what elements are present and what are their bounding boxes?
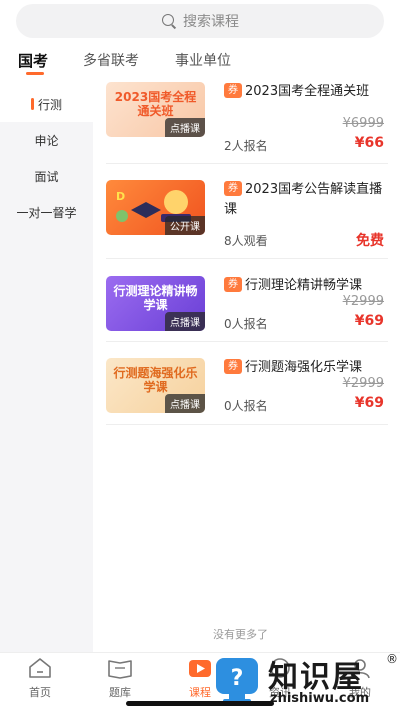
enroll-count: 0人报名 xyxy=(224,317,268,331)
course-thumbnail: 2023国考全程通关班 点播课 xyxy=(106,82,205,137)
course-thumbnail: 行测题海强化乐学课 点播课 xyxy=(106,358,205,413)
course-thumbnail: D 公开课 xyxy=(106,180,205,235)
course-title: 券 2023国考全程通关班 xyxy=(224,82,388,102)
watermark-text: 知识屋 xyxy=(268,660,364,695)
course-price: ¥66 xyxy=(354,135,384,151)
subject-sidebar: 行测 申论 面试 一对一督学 xyxy=(0,86,93,652)
original-price: ¥2999 xyxy=(342,376,384,391)
course-title: 券行测理论精讲畅学课 xyxy=(224,276,388,296)
search-bar[interactable]: 搜索课程 xyxy=(16,4,384,38)
sidebar-item-label: 申论 xyxy=(34,133,59,148)
course-thumbnail: 行测理论精讲畅学课 点播课 xyxy=(106,276,205,331)
course-price: 免费 xyxy=(356,233,384,249)
course-title-text: 2023国考公告解读直播课 xyxy=(224,182,383,217)
sidebar-item-mianshi[interactable]: 面试 xyxy=(0,158,93,194)
sidebar-item-label: 一对一督学 xyxy=(16,205,77,220)
tab-active-underline xyxy=(26,72,44,75)
nav-label: 题库 xyxy=(109,686,131,699)
svg-text:?: ? xyxy=(231,666,244,691)
home-icon xyxy=(29,658,51,678)
coupon-badge: 券 xyxy=(224,83,242,98)
coupon-badge: 券 xyxy=(224,277,242,292)
nav-label: 课程 xyxy=(189,686,211,699)
thumbnail-text: 行测理论精讲畅学课 xyxy=(113,284,198,312)
divider xyxy=(106,163,388,164)
enroll-count: 0人报名 xyxy=(224,399,268,413)
nav-home[interactable]: 首页 xyxy=(10,657,70,700)
book-icon xyxy=(108,660,132,679)
divider xyxy=(106,424,388,425)
tab-shiye[interactable]: 事业单位 xyxy=(175,50,231,70)
course-type-tag: 公开课 xyxy=(165,216,205,235)
course-title: 券行测题海强化乐学课 xyxy=(224,358,388,378)
divider xyxy=(106,258,388,259)
course-item[interactable]: D 公开课 券 2023国考公告解读直播课 8人观看 免费 xyxy=(106,180,388,260)
coupon-badge: 券 xyxy=(224,359,242,374)
course-item[interactable]: 行测理论精讲畅学课 点播课 券行测理论精讲畅学课 ¥2999 0人报名 ¥69 xyxy=(106,276,388,356)
list-end-text: 没有更多了 xyxy=(213,628,268,641)
course-title-text: 行测理论精讲畅学课 xyxy=(245,278,363,293)
original-price: ¥6999 xyxy=(342,116,384,131)
course-title-text: 行测题海强化乐学课 xyxy=(245,360,363,375)
course-type-tag: 点播课 xyxy=(165,312,205,331)
svg-text:D: D xyxy=(116,190,125,203)
category-tabs: 国考 多省联考 事业单位 xyxy=(0,48,400,76)
watermark-url: zhishiwu.com xyxy=(270,691,370,706)
sidebar-item-shenlun[interactable]: 申论 xyxy=(0,122,93,158)
tab-duosheng[interactable]: 多省联考 xyxy=(83,50,139,70)
course-item[interactable]: 行测题海强化乐学课 点播课 券行测题海强化乐学课 ¥2999 0人报名 ¥69 xyxy=(106,358,388,438)
course-type-tag: 点播课 xyxy=(165,394,205,413)
course-title-text: 2023国考全程通关班 xyxy=(245,84,370,99)
nav-question-bank[interactable]: 题库 xyxy=(90,657,150,700)
divider xyxy=(106,341,388,342)
coupon-badge: 券 xyxy=(224,181,242,196)
sidebar-item-xingce[interactable]: 行测 xyxy=(0,86,93,122)
active-marker xyxy=(30,98,34,110)
thumbnail-text: 2023国考全程通关班 xyxy=(114,90,197,118)
tab-guokao[interactable]: 国考 xyxy=(18,50,48,71)
enroll-count: 2人报名 xyxy=(224,139,268,153)
course-type-tag: 点播课 xyxy=(165,118,205,137)
course-price: ¥69 xyxy=(354,313,384,329)
sidebar-item-duxue[interactable]: 一对一督学 xyxy=(0,194,93,230)
search-placeholder: 搜索课程 xyxy=(183,14,239,30)
search-icon xyxy=(161,13,177,29)
course-item[interactable]: 2023国考全程通关班 点播课 券 2023国考全程通关班 ¥6999 2人报名 … xyxy=(106,82,388,162)
thumbnail-text: 行测题海强化乐学课 xyxy=(113,366,198,394)
course-price: ¥69 xyxy=(354,395,384,411)
sidebar-item-label: 面试 xyxy=(34,169,59,184)
home-indicator xyxy=(126,701,274,706)
original-price: ¥2999 xyxy=(342,294,384,309)
view-count: 8人观看 xyxy=(224,234,268,248)
sidebar-item-label: 行测 xyxy=(37,97,62,112)
watermark-registered: ® xyxy=(386,652,398,666)
course-title: 券 2023国考公告解读直播课 xyxy=(224,180,388,220)
nav-label: 首页 xyxy=(29,686,51,699)
